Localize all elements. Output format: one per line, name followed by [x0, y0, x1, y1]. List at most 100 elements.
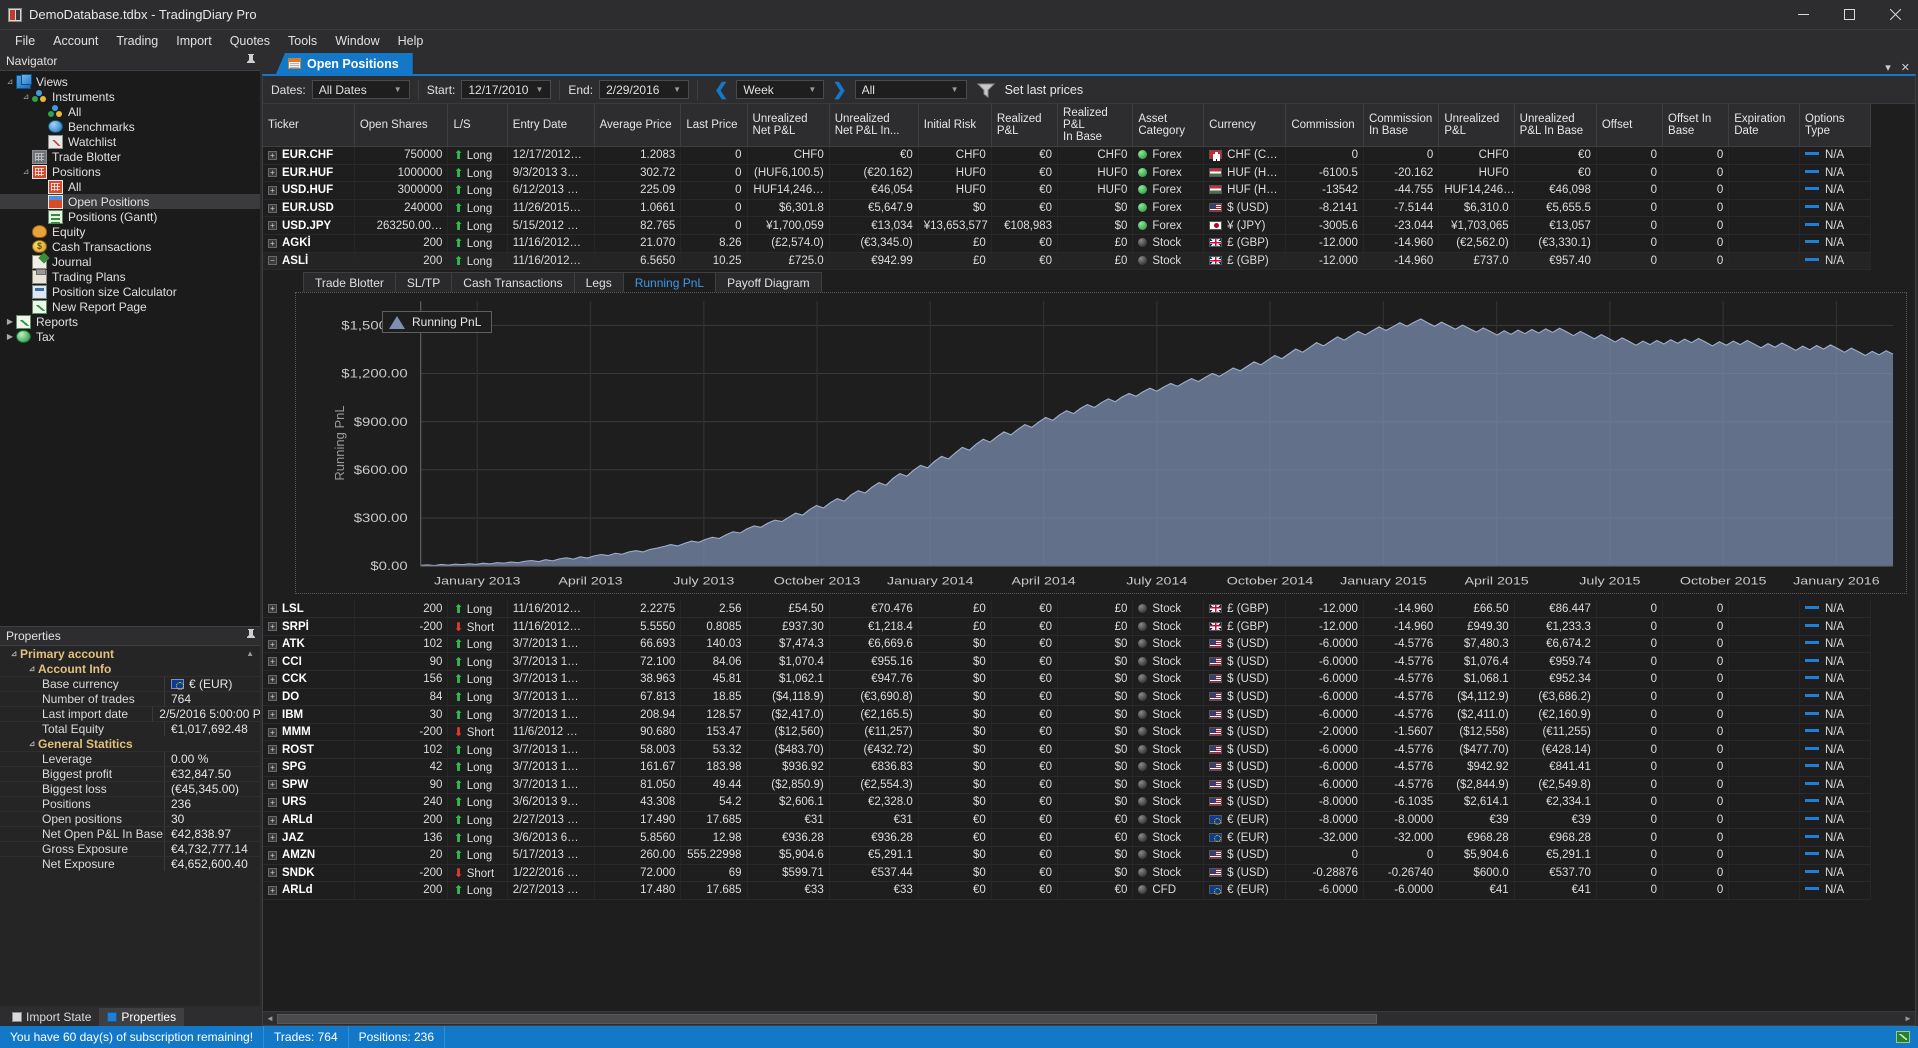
- property-row[interactable]: Number of trades 764: [0, 691, 260, 706]
- table-row[interactable]: + LSL 200 ⬆ Long 11/16/2012… 2.2275 2.56 £54.50…: [263, 600, 1871, 619]
- column-header[interactable]: Entry Date: [507, 104, 595, 147]
- sidebar-item-cash-transactions[interactable]: $ Cash Transactions: [0, 239, 260, 254]
- sidebar-item-tax[interactable]: ▶ Tax: [0, 329, 260, 344]
- table-row[interactable]: + CCK 156 ⬆ Long 3/7/2013 1… 38.963 45.81 $1,06…: [263, 670, 1871, 689]
- table-row[interactable]: + AGKİ 200 ⬆ Long 11/16/2012… 21.070 8.26 (£2,5…: [263, 234, 1871, 253]
- column-header[interactable]: Offset: [1596, 104, 1664, 147]
- menu-quotes[interactable]: Quotes: [221, 32, 279, 50]
- row-expander-icon[interactable]: +: [268, 604, 277, 614]
- tab-cash-transactions[interactable]: Cash Transactions: [451, 272, 575, 293]
- expander-icon[interactable]: ⊿: [4, 77, 16, 86]
- column-header[interactable]: Commission In Base: [1363, 104, 1440, 147]
- property-row[interactable]: Leverage 0.00 %: [0, 751, 260, 766]
- table-row[interactable]: + ATK 102 ⬆ Long 3/7/2013 1… 66.693 140.03 $7,4…: [263, 635, 1871, 654]
- row-expander-icon[interactable]: +: [268, 639, 277, 649]
- column-header[interactable]: Unrealized Net P&L: [747, 104, 830, 147]
- row-expander-icon[interactable]: +: [268, 622, 277, 632]
- row-expander-icon[interactable]: +: [268, 657, 277, 667]
- row-expander-icon[interactable]: −: [268, 256, 277, 266]
- maximize-button[interactable]: [1826, 0, 1872, 30]
- column-header[interactable]: Last Price: [680, 104, 748, 147]
- row-expander-icon[interactable]: +: [268, 221, 277, 231]
- sidebar-item-benchmarks[interactable]: Benchmarks: [0, 119, 260, 134]
- column-header[interactable]: Currency: [1203, 104, 1287, 147]
- property-row[interactable]: Last import date 2/5/2016 5:00:00 PM: [0, 706, 260, 721]
- table-row[interactable]: + ARLd 200 ⬆ Long 2/27/2013 … 17.490 17.685 €31…: [263, 811, 1871, 830]
- sidebar-item-instruments[interactable]: ⊿ Instruments: [0, 89, 260, 104]
- expander-icon[interactable]: ⊿: [26, 739, 38, 748]
- next-period-button[interactable]: ❯: [824, 81, 854, 98]
- table-body-top[interactable]: + EUR.CHF 750000 ⬆ Long 12/17/2012… 1.2083 0 CH…: [263, 146, 1871, 271]
- table-row[interactable]: − ASLİ 200 ⬆ Long 11/16/2012… 6.5650 10.25 £725…: [263, 252, 1871, 271]
- column-header[interactable]: Average Price: [594, 104, 682, 147]
- sidebar-item-all[interactable]: All: [0, 179, 260, 194]
- expander-icon[interactable]: ⊿: [26, 664, 38, 673]
- column-header[interactable]: Options Type: [1799, 104, 1871, 147]
- tab-payoff-diagram[interactable]: Payoff Diagram: [715, 272, 822, 293]
- table-row[interactable]: + SPW 90 ⬆ Long 3/7/2013 1… 81.050 49.44 ($2,85…: [263, 776, 1871, 795]
- tab-properties[interactable]: Properties: [99, 1008, 185, 1026]
- column-header[interactable]: Realized P&L: [991, 104, 1059, 147]
- menu-window[interactable]: Window: [326, 32, 388, 50]
- expander-icon[interactable]: ▶: [4, 317, 16, 326]
- column-header[interactable]: Unrealized Net P&L In...: [829, 104, 919, 147]
- sidebar-item-trade-blotter[interactable]: Trade Blotter: [0, 149, 260, 164]
- collapse-icon[interactable]: ▲: [246, 649, 254, 658]
- pin-icon[interactable]: [246, 53, 256, 69]
- row-expander-icon[interactable]: +: [268, 780, 277, 790]
- sidebar-item-open-positions[interactable]: Open Positions: [0, 194, 260, 209]
- row-expander-icon[interactable]: +: [268, 203, 277, 213]
- tab-running-pnl[interactable]: Running PnL: [622, 272, 717, 293]
- expander-icon[interactable]: ⊿: [20, 92, 32, 101]
- column-header[interactable]: Commission: [1285, 104, 1364, 147]
- column-header[interactable]: Unrealized P&L In Base: [1514, 104, 1597, 147]
- sidebar-item-positions-gantt[interactable]: Positions (Gantt): [0, 209, 260, 224]
- table-row[interactable]: + URS 240 ⬆ Long 3/6/2013 9… 43.308 54.2 $2,606…: [263, 793, 1871, 812]
- tab-legs[interactable]: Legs: [573, 272, 624, 293]
- table-row[interactable]: + JAZ 136 ⬆ Long 3/6/2013 6… 5.8560 12.98 €936.…: [263, 828, 1871, 847]
- table-row[interactable]: + SRPİ -200 ⬇ Short 11/16/2012… 5.5550 0.8085 £…: [263, 617, 1871, 636]
- navigator-tree[interactable]: ⊿ Views ⊿ Instruments All Benchmarks Watchlist…: [0, 71, 260, 626]
- row-expander-icon[interactable]: +: [268, 150, 277, 160]
- scrollbar-thumb[interactable]: [277, 1014, 1377, 1024]
- sidebar-item-trading-plans[interactable]: Trading Plans: [0, 268, 260, 284]
- table-row[interactable]: + USD.JPY 263250.00… ⬆ Long 5/15/2012 … 82.76…: [263, 216, 1871, 235]
- column-header[interactable]: Initial Risk: [918, 104, 992, 147]
- column-header[interactable]: Open Shares: [354, 104, 449, 147]
- column-header[interactable]: Realized P&L In Base: [1057, 104, 1134, 147]
- row-expander-icon[interactable]: +: [268, 185, 277, 195]
- detail-tabs[interactable]: Trade Blotter SL/TP Cash Transactions Legs R…: [263, 270, 1915, 293]
- sidebar-item-views[interactable]: ⊿ Views: [0, 73, 260, 89]
- row-expander-icon[interactable]: +: [268, 692, 277, 702]
- column-header[interactable]: Ticker: [263, 104, 355, 147]
- properties-group-primary-account[interactable]: ⊿ Primary account ▲: [0, 646, 260, 661]
- tab-sl-tp[interactable]: SL/TP: [394, 272, 453, 293]
- horizontal-scrollbar[interactable]: ◄ ►: [263, 1011, 1915, 1025]
- property-row[interactable]: Net Exposure €4,652,600.40: [0, 856, 260, 871]
- table-header-row[interactable]: Ticker Open Shares L/S Entry Date Average Pr…: [263, 104, 1871, 147]
- row-expander-icon[interactable]: +: [268, 885, 277, 895]
- funnel-icon[interactable]: [976, 82, 995, 98]
- tab-trade-blotter[interactable]: Trade Blotter: [303, 272, 396, 293]
- sidebar-item-equity[interactable]: Equity: [0, 224, 260, 239]
- scroll-left-button[interactable]: ◄: [263, 1012, 277, 1026]
- row-expander-icon[interactable]: +: [268, 762, 277, 772]
- table-row[interactable]: + CCI 90 ⬆ Long 3/7/2013 1… 72.100 84.06 $1,070…: [263, 652, 1871, 672]
- row-expander-icon[interactable]: +: [268, 797, 277, 807]
- column-header[interactable]: Offset In Base: [1662, 104, 1730, 147]
- row-expander-icon[interactable]: +: [268, 709, 277, 719]
- menu-account[interactable]: Account: [44, 32, 107, 50]
- menu-import[interactable]: Import: [167, 32, 220, 50]
- close-button[interactable]: [1872, 0, 1918, 30]
- column-header[interactable]: Unrealized P&L: [1438, 104, 1515, 147]
- expander-icon[interactable]: ⊿: [8, 649, 20, 658]
- dates-select[interactable]: All Dates ▼: [311, 80, 410, 99]
- period-select[interactable]: Week ▼: [736, 80, 825, 99]
- sidebar-item-new-report-page[interactable]: New Report Page: [0, 299, 260, 314]
- row-expander-icon[interactable]: +: [268, 727, 277, 737]
- set-last-prices-button[interactable]: Set last prices: [1005, 83, 1084, 97]
- property-row[interactable]: Open positions 30: [0, 811, 260, 826]
- menu-file[interactable]: File: [6, 32, 44, 50]
- properties-group-general-statistics[interactable]: ⊿ General Statitics: [0, 736, 260, 751]
- column-header[interactable]: Expiration Date: [1728, 104, 1801, 147]
